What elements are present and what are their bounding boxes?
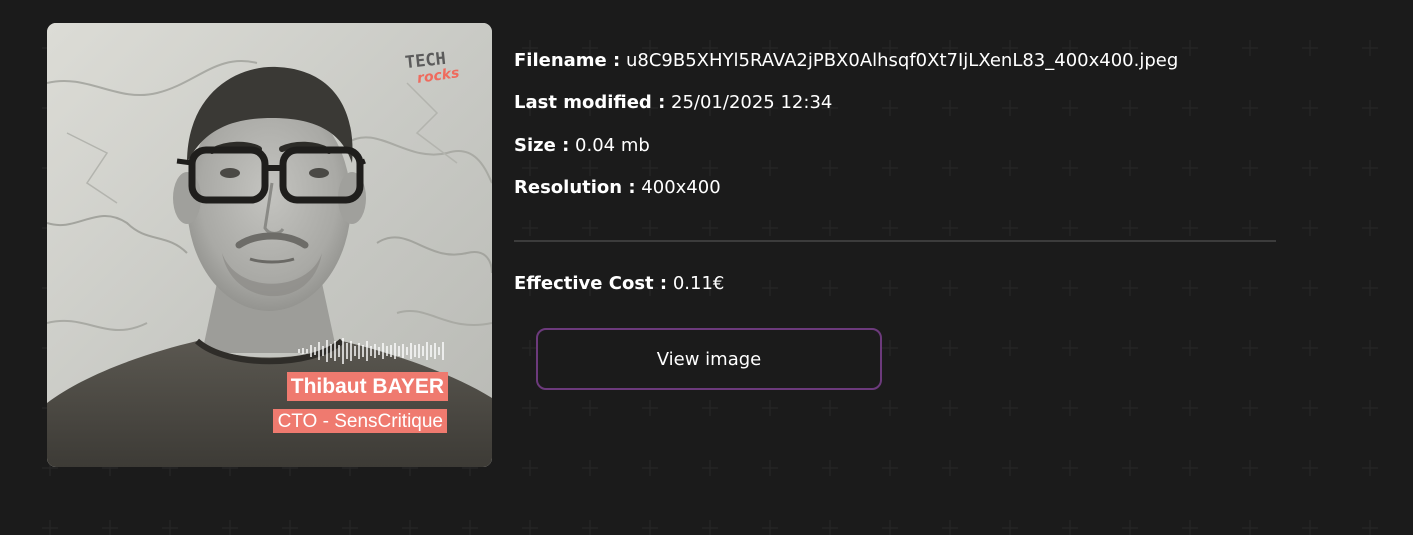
filename-value: u8C9B5XHYl5RAVA2jPBX0Alhsqf0Xt7IjLXenL83…: [625, 50, 1179, 71]
person-name-tag: Thibaut BAYER: [286, 372, 448, 401]
filename-row: Filename : u8C9B5XHYl5RAVA2jPBX0Alhsqf0X…: [514, 50, 1178, 71]
view-image-button[interactable]: View image: [536, 328, 882, 390]
filename-label: Filename :: [514, 50, 621, 71]
podcast-logo: TECH rocks: [403, 49, 467, 91]
size-row: Size : 0.04 mb: [514, 135, 650, 156]
resolution-row: Resolution : 400x400: [514, 177, 721, 198]
resolution-value: 400x400: [641, 177, 721, 198]
effective-cost-label: Effective Cost :: [514, 273, 668, 294]
size-label: Size :: [514, 135, 570, 156]
effective-cost-value: 0.11€: [672, 273, 725, 294]
last-modified-label: Last modified :: [514, 92, 666, 113]
resolution-label: Resolution :: [514, 177, 636, 198]
last-modified-value: 25/01/2025 12:34: [671, 92, 833, 113]
effective-cost-row: Effective Cost : 0.11€: [514, 273, 724, 294]
section-divider: [514, 240, 1276, 242]
size-value: 0.04 mb: [575, 135, 650, 156]
person-role-tag: CTO - SensCritique: [272, 409, 447, 433]
file-details-page: TECH rocks Thibaut BAYER CTO - SensCriti…: [0, 0, 1413, 535]
image-preview: TECH rocks Thibaut BAYER CTO - SensCriti…: [47, 23, 492, 467]
last-modified-row: Last modified : 25/01/2025 12:34: [514, 92, 832, 113]
